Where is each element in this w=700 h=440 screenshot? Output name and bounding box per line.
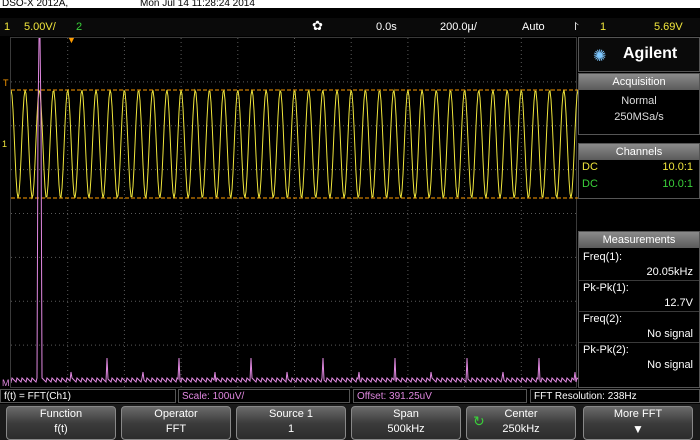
rotate-knob-icon: ↻ (473, 413, 485, 429)
ch1-number[interactable]: 1 (4, 20, 10, 34)
ch2-coupling: DC (582, 178, 598, 190)
datetime-label: Mon Jul 14 11:28:24 2014 (140, 0, 255, 9)
measurement-value: No signal (579, 327, 699, 343)
measurement-value: 20.05kHz (579, 265, 699, 281)
trigger-source[interactable]: 1 (600, 20, 606, 34)
brand-box: ✺ Agilent (578, 37, 700, 72)
span-softkey[interactable]: Span 500kHz (351, 406, 461, 440)
waveform-display[interactable]: T 1 M ▼ (2, 35, 578, 389)
channels-panel[interactable]: Channels DC 10.0:1 DC 10.0:1 (578, 143, 700, 199)
source-softkey[interactable]: Source 1 1 (236, 406, 346, 440)
function-softkey[interactable]: Function f(t) (6, 406, 116, 440)
ch1-ground-marker[interactable]: 1 (2, 139, 7, 149)
softkey-label: Function (39, 408, 83, 420)
ch2-number[interactable]: 2 (76, 20, 82, 34)
measurements-panel[interactable]: Measurements Freq(1): 20.05kHz Pk-Pk(1):… (578, 231, 700, 388)
trigger-level[interactable]: 5.69V (654, 20, 683, 34)
softkey-label: Span (393, 408, 419, 420)
more-fft-softkey[interactable]: More FFT ▼ (583, 406, 693, 440)
softkey-label: Operator (154, 408, 198, 420)
trigger-position-marker[interactable]: ▼ (67, 35, 76, 45)
time-scale[interactable]: 200.0µ/ (440, 20, 477, 34)
arrow-down-icon: ▼ (632, 422, 644, 436)
fft-resolution: FFT Resolution: 238Hz (530, 389, 700, 403)
channel-row-2: DC 10.0:1 (579, 177, 699, 194)
channels-heading: Channels (579, 144, 699, 160)
model-label: DSO-X 2012A, (2, 0, 69, 9)
softkey-value: 1 (287, 423, 295, 435)
softkey-bar: Function f(t) Operator FFT Source 1 1 Sp… (0, 404, 700, 440)
channel-row-1: DC 10.0:1 (579, 160, 699, 177)
softkey-value: f(t) (54, 423, 68, 435)
ch1-scale[interactable]: 5.00V/ (24, 20, 56, 34)
acquisition-heading: Acquisition (579, 74, 699, 90)
softkey-value: 500kHz (387, 423, 425, 435)
measurement-label: Pk-Pk(1): (583, 282, 629, 294)
trigger-level-marker[interactable]: T (3, 78, 9, 88)
title-bar: DSO-X 2012A, Mon Jul 14 11:28:24 2014 (0, 0, 700, 9)
math-marker[interactable]: M (2, 378, 10, 388)
measurement-value: 12.7V (579, 296, 699, 312)
ch2-probe: 10.0:1 (662, 178, 693, 190)
center-softkey[interactable]: ↻ Center 250kHz (466, 406, 576, 440)
measurement-label: Freq(2): (583, 313, 623, 325)
measurement-label: Pk-Pk(2): (583, 344, 629, 356)
ch1-probe: 10.0:1 (662, 161, 693, 173)
measurement-label: Freq(1): (583, 251, 623, 263)
acquisition-panel[interactable]: Acquisition Normal 250MSa/s (578, 73, 700, 135)
agilent-logo-icon: ✺ (593, 48, 607, 65)
measurement-value: No signal (647, 359, 693, 371)
fft-info-bar: f(t) = FFT(Ch1) Scale: 100uV/ Offset: 39… (0, 389, 700, 403)
fft-function: f(t) = FFT(Ch1) (0, 389, 176, 403)
brand-name: Agilent (623, 45, 678, 62)
status-bar: 1 5.00V/ 2 ✿ 0.0s 200.0µ/ Auto ⨡ 1 5.69V (0, 18, 700, 36)
fft-offset: Offset: 391.25uV (353, 389, 527, 403)
operator-softkey[interactable]: Operator FFT (121, 406, 231, 440)
trigger-mode[interactable]: Auto (522, 20, 545, 34)
trigger-slope-icon: ⨡ (574, 21, 579, 33)
settings-icon[interactable]: ✿ (312, 19, 323, 33)
softkey-value: FFT (165, 423, 187, 435)
fft-scale: Scale: 100uV/ (178, 389, 350, 403)
acquisition-mode: Normal (621, 95, 657, 107)
softkey-label: Source 1 (268, 408, 314, 420)
time-delay[interactable]: 0.0s (376, 20, 397, 34)
measurements-heading: Measurements (579, 232, 699, 248)
waveform-svg (11, 38, 578, 389)
softkey-label: More FFT (613, 408, 663, 420)
acquisition-rate: 250MSa/s (614, 111, 664, 123)
ch1-coupling: DC (582, 161, 598, 173)
